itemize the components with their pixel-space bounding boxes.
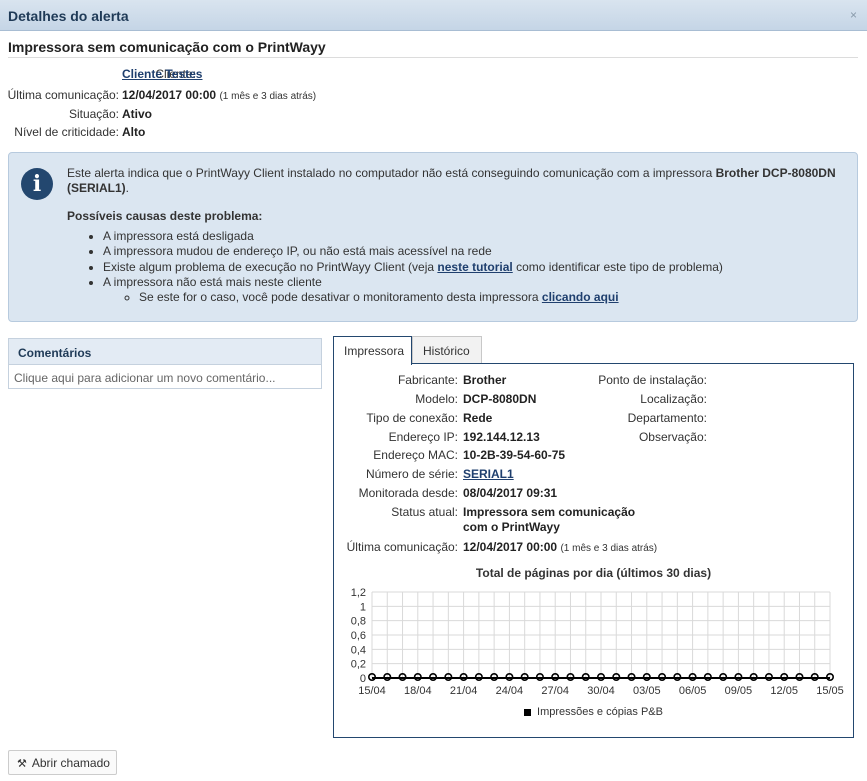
x-tick-label: 09/05 [725,685,753,697]
x-tick-label: 24/04 [496,685,524,697]
open-ticket-button[interactable]: ⚒ Abrir chamado [8,750,117,775]
causes-heading: Possíveis causas deste problema: [67,209,263,223]
ponto-instalacao-label: Ponto de instalação: [598,373,707,387]
alert-title: Impressora sem comunicação com o PrintWa… [8,39,858,58]
y-tick-label: 1,2 [351,587,366,599]
printer-panel: Fabricante: Brother Modelo: DCP-8080DN T… [333,363,854,738]
alert-explanation-text: Este alerta indica que o PrintWayy Clien… [67,166,847,196]
ultima-comunicacao-value: 12/04/2017 00:00 (1 mês e 3 dias atrás) [122,88,316,102]
x-tick-label: 12/05 [770,685,798,697]
situacao-label: Situação: [68,107,119,121]
monitorada-label: Monitorada desde: [358,486,458,500]
alert-intro-end: . [125,181,130,195]
dialog-title: Detalhes do alerta [8,8,129,24]
x-tick-label: 06/05 [679,685,707,697]
ultima-value: 12/04/2017 00:00 (1 mês e 3 dias atrás) [463,540,657,554]
disable-monitoring-link[interactable]: clicando aqui [542,290,619,304]
mac-label: Endereço MAC: [373,448,458,462]
cause3-text-end: como identificar este tipo de problema) [516,259,723,274]
causes-list: A impressora está desligada A impressora… [67,229,723,305]
y-tick-label: 0,8 [351,616,366,628]
cause4-text: A impressora não está mais neste cliente [103,274,322,289]
cliente-link[interactable]: Cliente Testes [122,67,202,81]
chart-title: Total de páginas por dia (últimos 30 dia… [475,566,712,580]
modelo-label: Modelo: [415,392,458,406]
legend-swatch [524,708,532,716]
ultima-relative: (1 mês e 3 dias atrás) [560,543,658,554]
x-tick-label: 30/04 [587,685,615,697]
ip-value: 192.144.12.13 [463,430,540,444]
y-tick-label: 0,2 [351,659,366,671]
legend-label: Impressões e cópias P&B [537,706,663,718]
chart-legend: Impressões e cópias P&B [334,706,853,718]
ultima-comunicacao-date: 12/04/2017 00:00 [122,88,217,102]
localizacao-label: Localização: [640,392,707,406]
tutorial-link[interactable]: neste tutorial [437,260,512,274]
ip-label: Endereço IP: [388,430,458,444]
y-tick-label: 0,4 [351,644,366,656]
serie-link[interactable]: SERIAL1 [463,467,514,481]
alert-intro: Este alerta indica que o PrintWayy Clien… [67,166,713,180]
monitorada-value: 08/04/2017 09:31 [463,486,558,500]
criticidade-label: Nível de criticidade: [14,125,119,139]
cause-subitem: Se este for o caso, você pode desativar … [139,290,723,305]
open-ticket-label: Abrir chamado [31,756,110,770]
x-tick-label: 15/04 [358,685,386,697]
modelo-value: DCP-8080DN [463,392,537,406]
x-tick-label: 15/05 [816,685,844,697]
y-tick-label: 0,6 [351,630,366,642]
tab-impressora[interactable]: Impressora [333,336,412,365]
conexao-label: Tipo de conexão: [366,411,458,425]
ultima-comunicacao-label: Última comunicação: [7,88,119,102]
criticidade-value: Alto [122,125,146,139]
ultima-label: Última comunicação: [346,540,458,554]
status-label: Status atual: [391,505,458,519]
y-tick-label: 0 [360,673,366,685]
cause-item: A impressora não está mais neste cliente… [103,275,723,306]
ultima-comunicacao-relative: (1 mês e 3 dias atrás) [219,91,317,102]
fabricante-label: Fabricante: [397,373,458,387]
status-value-line2: com o PrintWayy [463,520,560,534]
cause-item: A impressora mudou de endereço IP, ou nã… [103,244,723,259]
observacao-label: Observação: [638,430,707,444]
cause-item: A impressora está desligada [103,229,723,244]
ultima-date: 12/04/2017 00:00 [463,540,558,554]
tools-icon: ⚒ [17,758,27,770]
close-icon[interactable]: × [850,8,857,22]
dialog-titlebar: Detalhes do alerta × [0,0,867,31]
situacao-value: Ativo [122,107,152,121]
add-comment-field[interactable]: Clique aqui para adicionar um novo comen… [9,365,321,391]
alert-explanation-box: i Este alerta indica que o PrintWayy Cli… [8,152,858,322]
status-value-line1: Impressora sem comunicação [463,505,636,519]
conexao-value: Rede [463,411,493,425]
fabricante-value: Brother [463,373,507,387]
info-icon: i [21,168,53,200]
comments-panel: Comentários Clique aqui para adicionar u… [8,338,322,389]
x-tick-label: 03/05 [633,685,661,697]
tab-historico[interactable]: Histórico [412,336,482,364]
x-tick-label: 21/04 [450,685,478,697]
cause-item: Existe algum problema de execução no Pri… [103,260,723,275]
cause3-text: Existe algum problema de execução no Pri… [103,259,435,274]
comments-header: Comentários [9,339,321,365]
cause4-sub-text: Se este for o caso, você pode desativar … [139,290,539,305]
y-tick-label: 1 [360,601,366,613]
x-tick-label: 18/04 [404,685,432,697]
mac-value: 10-2B-39-54-60-75 [463,448,566,462]
serie-label: Número de série: [365,467,458,481]
x-tick-label: 27/04 [541,685,569,697]
departamento-label: Departamento: [627,411,707,425]
cause4-sublist: Se este for o caso, você pode desativar … [103,290,723,305]
